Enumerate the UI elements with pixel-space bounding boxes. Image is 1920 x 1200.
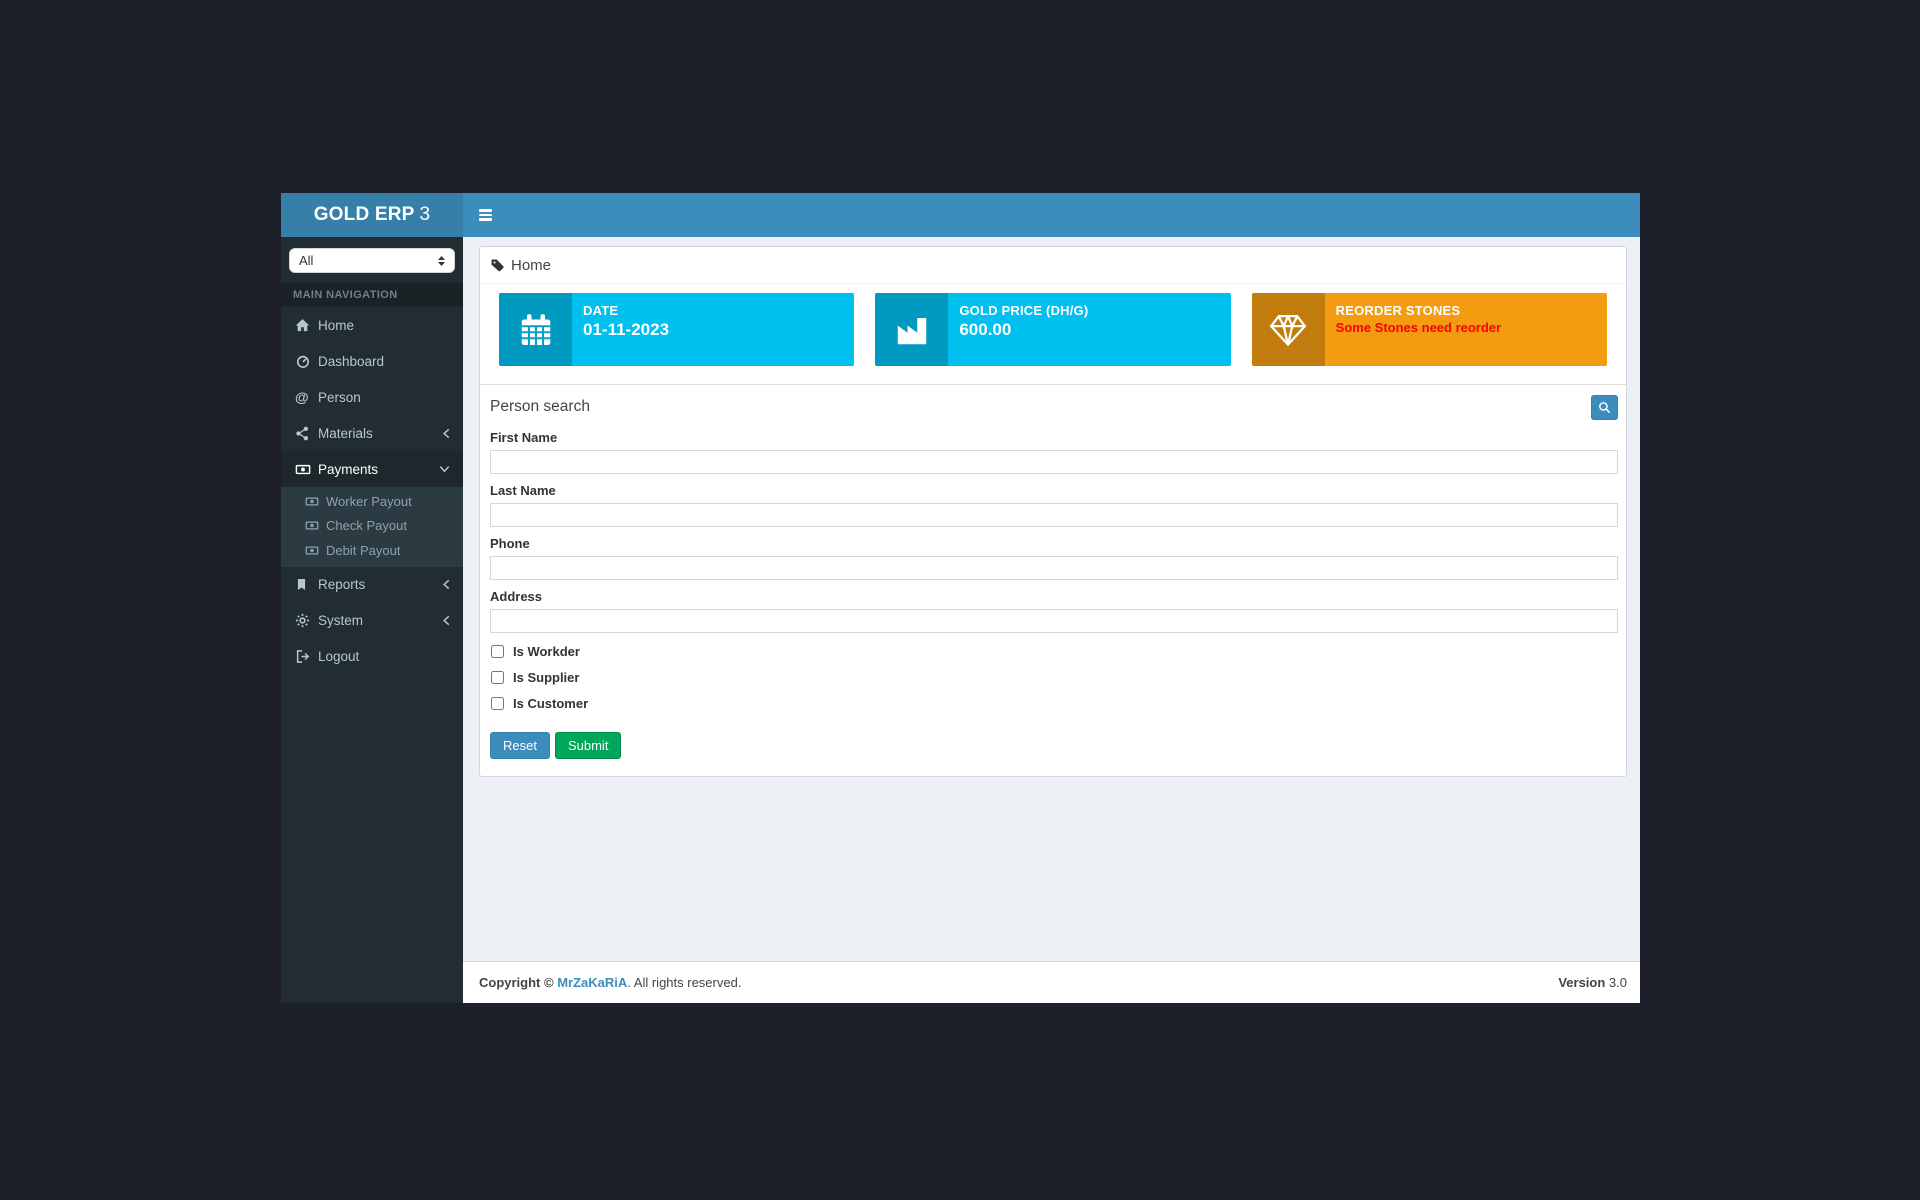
dashboard-icon [295, 354, 318, 369]
first-name-label: First Name [490, 430, 1618, 445]
submit-button[interactable]: Submit [555, 732, 621, 759]
chevron-left-icon [441, 427, 451, 440]
person-search-section: Person search First Name [480, 384, 1626, 776]
is-worker-checkbox[interactable] [491, 645, 504, 658]
sidebar-item-label: Payments [318, 462, 378, 477]
sidebar-subitem-check-payout[interactable]: Check Payout [281, 514, 463, 539]
content-area: Home DATE 01-11-2023 [463, 237, 1640, 961]
info-box-label: GOLD PRICE (DH/G) [959, 303, 1088, 318]
bookmark-icon [295, 577, 318, 592]
sidebar-item-label: Logout [318, 649, 359, 664]
sidebar-item-label: Materials [318, 426, 373, 441]
is-customer-checkbox[interactable] [491, 697, 504, 710]
diamond-icon [1252, 293, 1325, 366]
brand-logo[interactable]: GOLD ERP 3 [281, 193, 463, 237]
gear-icon [295, 613, 318, 628]
footer-author-link[interactable]: MrZaKaRiA [557, 975, 627, 990]
phone-field[interactable] [490, 556, 1618, 580]
address-field[interactable] [490, 609, 1618, 633]
sidebar-item-label: System [318, 613, 363, 628]
category-select[interactable]: All [289, 248, 455, 273]
info-box-reorder-stones[interactable]: REORDER STONES Some Stones need reorder [1252, 293, 1607, 366]
info-box-alert: Some Stones need reorder [1336, 320, 1501, 335]
search-icon [1598, 401, 1611, 414]
sidebar-subitem-debit-payout[interactable]: Debit Payout [281, 538, 463, 563]
home-panel: Home DATE 01-11-2023 [479, 246, 1627, 777]
sidebar-item-label: Reports [318, 577, 365, 592]
app-window: GOLD ERP 3 All MAIN NAVIGATION [281, 193, 1640, 1003]
calendar-icon [499, 293, 572, 366]
last-name-label: Last Name [490, 483, 1618, 498]
address-label: Address [490, 589, 1618, 604]
at-icon: @ [295, 390, 318, 404]
sidebar-item-materials[interactable]: Materials [281, 415, 463, 451]
money-icon [305, 519, 326, 532]
page-title-label: Home [511, 257, 551, 274]
share-nodes-icon [295, 426, 318, 441]
sidebar-section-header: MAIN NAVIGATION [281, 283, 463, 307]
is-supplier-checkbox[interactable] [491, 671, 504, 684]
sidebar: All MAIN NAVIGATION Home Dashboard [281, 237, 463, 1003]
is-supplier-label: Is Supplier [513, 670, 579, 685]
chevron-down-icon [438, 464, 451, 474]
info-box-label: DATE [583, 303, 669, 318]
sidebar-item-label: Home [318, 318, 354, 333]
info-box-label: REORDER STONES [1336, 303, 1501, 318]
sidebar-subitem-worker-payout[interactable]: Worker Payout [281, 489, 463, 514]
sidebar-item-home[interactable]: Home [281, 307, 463, 343]
info-box-gold-price[interactable]: GOLD PRICE (DH/G) 600.00 [875, 293, 1230, 366]
info-box-date[interactable]: DATE 01-11-2023 [499, 293, 854, 366]
money-icon [295, 462, 318, 477]
footer-version-number: 3.0 [1609, 975, 1627, 990]
top-bar: GOLD ERP 3 [281, 193, 1640, 237]
reset-button[interactable]: Reset [490, 732, 550, 759]
sidebar-item-reports[interactable]: Reports [281, 567, 463, 603]
industry-icon [875, 293, 948, 366]
info-box-row: DATE 01-11-2023 GOLD PRICE (DH/G) 600.00 [480, 284, 1626, 384]
search-button[interactable] [1591, 395, 1618, 420]
footer-version: Version 3.0 [1558, 975, 1627, 990]
brand-bold: GOLD ERP [314, 204, 415, 226]
phone-label: Phone [490, 536, 1618, 551]
sidebar-item-label: Person [318, 390, 361, 405]
sidebar-item-payments[interactable]: Payments [281, 451, 463, 487]
first-name-field[interactable] [490, 450, 1618, 474]
footer-version-bold: Version [1558, 975, 1605, 990]
sidebar-item-label: Dashboard [318, 354, 384, 369]
footer-copyright: Copyright © MrZaKaRiA. All rights reserv… [479, 975, 741, 990]
footer: Copyright © MrZaKaRiA. All rights reserv… [463, 961, 1640, 1003]
info-box-value: 01-11-2023 [583, 320, 669, 340]
payments-submenu: Worker Payout Check Payout Debit Payout [281, 487, 463, 567]
footer-rights-text: . All rights reserved. [627, 975, 741, 990]
sidebar-subitem-label: Check Payout [326, 518, 407, 533]
last-name-field[interactable] [490, 503, 1618, 527]
person-search-title: Person search [490, 398, 590, 416]
home-icon [295, 318, 318, 333]
sidebar-item-person[interactable]: @ Person [281, 379, 463, 415]
money-icon [305, 495, 326, 508]
page-title: Home [480, 247, 1626, 284]
chevron-left-icon [441, 614, 451, 627]
logout-icon [295, 649, 318, 664]
tag-icon [490, 258, 505, 273]
is-worker-label: Is Workder [513, 644, 580, 659]
navbar [463, 193, 1640, 237]
chevron-left-icon [441, 578, 451, 591]
footer-copyright-bold: Copyright © [479, 975, 554, 990]
sidebar-subitem-label: Debit Payout [326, 543, 400, 558]
sidebar-subitem-label: Worker Payout [326, 494, 412, 509]
is-customer-label: Is Customer [513, 696, 588, 711]
sidebar-item-logout[interactable]: Logout [281, 639, 463, 675]
brand-light: 3 [420, 204, 431, 226]
category-select-value: All [299, 253, 313, 268]
money-icon [305, 544, 326, 557]
sidebar-item-system[interactable]: System [281, 603, 463, 639]
hamburger-icon [479, 209, 492, 221]
sidebar-toggle-button[interactable] [463, 193, 507, 237]
info-box-value: 600.00 [959, 320, 1088, 340]
sidebar-item-dashboard[interactable]: Dashboard [281, 343, 463, 379]
